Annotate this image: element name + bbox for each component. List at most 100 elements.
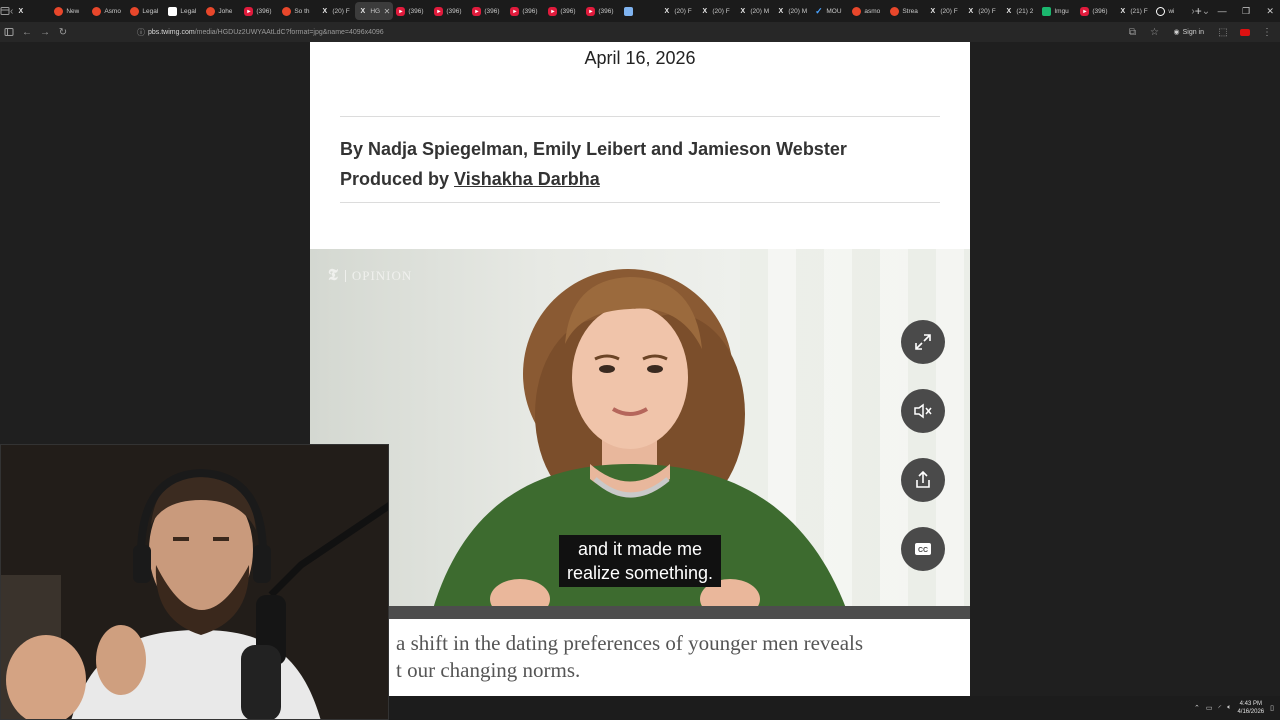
sidebar-icon[interactable] xyxy=(0,22,18,42)
tab-search-icon[interactable]: ⌄ xyxy=(1202,0,1210,22)
browser-tab[interactable]: ▸ (396) xyxy=(583,2,621,20)
tab-label: Asmo xyxy=(104,7,121,15)
reddit-icon xyxy=(54,6,64,16)
caption-line: realize something. xyxy=(566,563,714,583)
globe-icon xyxy=(1156,6,1166,16)
browser-tab[interactable]: X (21) 2 xyxy=(1001,2,1039,20)
forward-icon[interactable]: → xyxy=(36,22,54,42)
sign-in-button[interactable]: ◉ Sign in xyxy=(1167,28,1210,37)
split-screen-icon[interactable]: ⧉ xyxy=(1123,22,1141,42)
tab-label: (396) xyxy=(522,7,538,15)
browser-tab[interactable]: X (20) F xyxy=(963,2,1001,20)
browser-tab[interactable]: wi xyxy=(1153,2,1191,20)
system-taskbar: ⌃ ▭ ◜ 🔈︎ 4:43 PM 4/16/2026 ▯ xyxy=(389,696,1280,720)
close-tab-icon[interactable]: ✕ xyxy=(384,7,391,16)
fullscreen-button[interactable] xyxy=(901,320,945,364)
expand-icon xyxy=(915,334,931,350)
network-icon[interactable]: ▭ xyxy=(1206,704,1213,712)
minimize-icon[interactable]: — xyxy=(1210,0,1234,22)
tab-label: (20) F xyxy=(940,7,958,15)
x-icon: X xyxy=(1006,7,1012,15)
youtube-icon: ▸ xyxy=(510,6,520,16)
new-tab-button[interactable]: + xyxy=(1195,4,1202,18)
mute-button[interactable] xyxy=(901,389,945,433)
menu-icon[interactable]: ⋮ xyxy=(1258,22,1276,42)
browser-tab[interactable]: X xyxy=(13,2,51,20)
browser-tab[interactable]: So th xyxy=(279,2,317,20)
tab-label: (396) xyxy=(446,7,462,15)
close-window-icon[interactable]: ✕ xyxy=(1258,0,1280,22)
browser-tab[interactable]: X (20) M xyxy=(735,2,773,20)
x-icon: X xyxy=(664,7,670,15)
browser-tab[interactable]: ▸ (396) xyxy=(393,2,431,20)
producer-link[interactable]: Vishakha Darbha xyxy=(454,169,600,189)
browser-tab[interactable]: ✓ MOU xyxy=(811,2,849,20)
system-tray: ⌃ ▭ ◜ 🔈︎ 4:43 PM 4/16/2026 ▯ xyxy=(1194,696,1274,720)
wifi-icon[interactable]: ◜ xyxy=(1219,704,1222,712)
tab-label: (396) xyxy=(560,7,576,15)
browser-tab[interactable]: ▸ (396) xyxy=(1077,2,1115,20)
browser-tab[interactable]: X (21) F xyxy=(1115,2,1153,20)
page-icon xyxy=(168,6,178,16)
browser-tab[interactable]: New xyxy=(51,2,89,20)
browser-tab[interactable]: X (20) F xyxy=(659,2,697,20)
x-icon: X xyxy=(18,7,24,15)
notifications-icon[interactable]: ▯ xyxy=(1270,704,1274,712)
browser-tab[interactable]: Asmo xyxy=(89,2,127,20)
browser-tab[interactable]: ▸ (396) xyxy=(469,2,507,20)
tab-label: (20) M xyxy=(750,7,770,15)
x-icon: X xyxy=(778,7,784,15)
browser-tab[interactable]: ▸ (396) xyxy=(431,2,469,20)
browser-tab[interactable]: Strea xyxy=(887,2,925,20)
browser-tab[interactable]: asmo xyxy=(849,2,887,20)
address-bar[interactable]: ⓘ pbs.twimg.com/media/HGDUz2UWYAAtLdC?fo… xyxy=(134,24,1174,40)
browser-tab[interactable]: Legal xyxy=(165,2,203,20)
video-progress-bar[interactable] xyxy=(310,606,970,619)
browser-tab[interactable]: Johe xyxy=(203,2,241,20)
tray-overflow-icon[interactable]: ⌃ xyxy=(1194,704,1200,712)
recording-indicator-icon[interactable] xyxy=(1236,22,1254,42)
tab-label: (21) F xyxy=(1130,7,1148,15)
window-controls: — ❐ ✕ xyxy=(1210,0,1280,22)
browser-tab[interactable]: X (20) F xyxy=(925,2,963,20)
tab-label: (396) xyxy=(1092,7,1108,15)
produced-by-label: Produced by xyxy=(340,169,455,189)
volume-icon[interactable]: 🔈︎ xyxy=(1227,704,1231,712)
x-icon: X xyxy=(360,7,366,15)
browser-tab[interactable]: X (20) F xyxy=(697,2,735,20)
youtube-icon: ▸ xyxy=(586,6,596,16)
tab-label: (396) xyxy=(598,7,614,15)
url-text: pbs.twimg.com/media/HGDUz2UWYAAtLdC?form… xyxy=(148,28,384,36)
divider xyxy=(340,202,940,203)
favorite-star-icon[interactable]: ☆ xyxy=(1145,22,1163,42)
browser-tab[interactable]: Imgu xyxy=(1039,2,1077,20)
browser-tab[interactable]: ▸ (396) xyxy=(545,2,583,20)
taskbar-clock[interactable]: 4:43 PM 4/16/2026 xyxy=(1237,700,1264,716)
tab-label: (20) F xyxy=(674,7,692,15)
browser-tab[interactable]: ▸ (396) xyxy=(507,2,545,20)
x-icon: X xyxy=(930,7,936,15)
browser-tab[interactable]: ▸ (396) xyxy=(241,2,279,20)
browser-tab[interactable] xyxy=(621,2,659,20)
reddit-icon xyxy=(890,6,900,16)
tab-label: Imgu xyxy=(1054,7,1069,15)
restore-icon[interactable]: ❐ xyxy=(1234,0,1258,22)
brand-label: OPINION xyxy=(351,268,413,283)
reload-icon[interactable]: ↻ xyxy=(54,22,72,42)
tab-actions-icon[interactable] xyxy=(0,0,10,22)
browser-tab[interactable]: X (20) M xyxy=(773,2,811,20)
extensions-icon[interactable]: ⬚ xyxy=(1214,22,1232,42)
share-button[interactable] xyxy=(901,458,945,502)
site-info-icon[interactable]: ⓘ xyxy=(134,27,148,38)
back-icon[interactable]: ← xyxy=(18,22,36,42)
tab-label: (20) M xyxy=(788,7,808,15)
browser-tab[interactable]: Legal xyxy=(127,2,165,20)
browser-tab[interactable]: X HG ✕ xyxy=(355,2,394,20)
reddit-icon xyxy=(852,6,862,16)
tab-label: (396) xyxy=(484,7,500,15)
tab-label: (396) xyxy=(408,7,424,15)
video-player[interactable]: 𝕿 OPINION CC and it made me realize somet… xyxy=(310,249,970,619)
sign-in-label: Sign in xyxy=(1182,28,1204,36)
browser-tab[interactable]: X (20) F xyxy=(317,2,355,20)
caption-line: and it made me xyxy=(577,539,703,559)
